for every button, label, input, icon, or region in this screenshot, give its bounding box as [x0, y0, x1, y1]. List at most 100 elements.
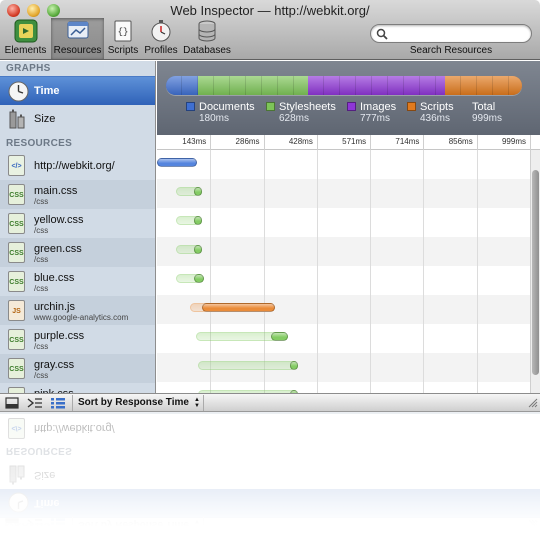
resource-name: blue.css	[34, 272, 75, 284]
grid-line	[476, 353, 478, 382]
grid-line	[476, 150, 478, 179]
legend-swatch	[407, 102, 416, 111]
legend-item-stylesheets: Stylesheets 628ms	[266, 101, 336, 124]
legend-item-documents: Documents 180ms	[186, 101, 255, 124]
js-file-icon: JS	[8, 300, 25, 321]
grid-line	[210, 237, 212, 266]
scrollbar-thumb[interactable]	[532, 170, 539, 375]
timeline-row[interactable]	[157, 237, 530, 266]
window-title: Web Inspector — http://webkit.org/	[170, 3, 370, 18]
legend-value: 180ms	[199, 113, 230, 124]
dock-toggle-icon[interactable]	[2, 395, 22, 411]
timeline-row[interactable]	[157, 266, 530, 295]
toolbar-button-label: Scripts	[107, 45, 139, 56]
tick-label: 999ms	[501, 137, 526, 146]
reflection-fade	[0, 412, 540, 533]
scripts-icon: {}	[114, 20, 132, 42]
css-file-icon: CSS	[8, 329, 25, 350]
grid-line	[316, 150, 318, 179]
ruler-tick	[316, 135, 318, 150]
legend-swatch	[266, 102, 275, 111]
resource-item[interactable]: CSS blue.css/css	[0, 267, 155, 296]
grid-line	[316, 324, 318, 353]
console-toggle-icon[interactable]	[25, 395, 45, 411]
css-file-icon: CSS	[8, 358, 25, 379]
legend-label: Stylesheets	[279, 101, 336, 113]
resource-list: </> http://webkit.org/CSS main.css/css CSS y…	[0, 151, 155, 395]
grid-line	[316, 266, 318, 295]
resource-item[interactable]: CSS main.css/css	[0, 180, 155, 209]
sort-select[interactable]: Sort by Response Time ▲▼	[72, 395, 204, 411]
toolbar-scripts-button[interactable]: {} Scripts	[106, 18, 140, 59]
tick-label: 428ms	[288, 137, 313, 146]
resource-name: urchin.js	[34, 301, 75, 313]
ruler-tick	[530, 135, 531, 150]
css-file-icon: CSS	[8, 184, 25, 205]
resource-item[interactable]: CSS green.css/css	[0, 238, 155, 267]
toolbar-profiles-button[interactable]: Profiles	[142, 18, 180, 59]
weights-icon	[9, 109, 25, 129]
grid-line	[370, 324, 372, 353]
legend-swatch	[347, 102, 356, 111]
chevron-updown-icon: ▲▼	[194, 397, 200, 409]
toolbar-databases-button[interactable]: Databases	[182, 18, 232, 59]
resource-item[interactable]: CSS gray.css/css	[0, 354, 155, 383]
toolbar-resources-button[interactable]: Resources	[51, 18, 104, 59]
svg-text:{}: {}	[118, 27, 129, 37]
grid-line	[263, 179, 265, 208]
grid-line	[370, 353, 372, 382]
resources-section-header: RESOURCES	[6, 138, 73, 149]
grid-line	[476, 324, 478, 353]
ruler-tick	[476, 135, 478, 150]
sidebar-item-size[interactable]: Size	[0, 105, 155, 134]
tick-label: 571ms	[342, 137, 367, 146]
grid-line	[476, 266, 478, 295]
toolbar-button-label: Profiles	[144, 45, 178, 56]
vertical-scrollbar[interactable]	[530, 150, 540, 395]
search-label: Search Resources	[409, 45, 493, 56]
resource-path: www.google-analytics.com	[34, 313, 129, 322]
sidebar-item-time[interactable]: Time	[0, 76, 155, 105]
resource-path: /css	[34, 342, 49, 351]
legend-item-scripts: Scripts 436ms	[407, 101, 454, 124]
legend-total-label: Total	[472, 101, 496, 113]
summary-bar	[166, 76, 522, 95]
timeline-row[interactable]	[157, 208, 530, 237]
grid-line	[370, 266, 372, 295]
resource-name: main.css	[34, 185, 78, 197]
resources-icon	[67, 21, 88, 39]
search-icon	[376, 28, 388, 40]
summary-segment-images	[308, 76, 446, 95]
timeline-row[interactable]	[157, 353, 530, 382]
timeline-row[interactable]	[157, 324, 530, 353]
list-view-icon[interactable]	[48, 395, 68, 411]
grid-line	[370, 295, 372, 324]
toolbar-elements-button[interactable]: Elements	[2, 18, 49, 59]
load-bar	[194, 274, 205, 283]
grid-line	[370, 179, 372, 208]
grid-line	[210, 208, 212, 237]
toolbar-button-label: Resources	[53, 45, 102, 56]
resource-item[interactable]: JS urchin.js www.google-analytics.com	[0, 296, 155, 325]
graphs-section-header: GRAPHS	[6, 63, 51, 74]
grid-line	[370, 208, 372, 237]
tick-label: 856ms	[448, 137, 473, 146]
resource-path: /css	[34, 197, 49, 206]
load-bar	[289, 361, 298, 370]
search-input[interactable]	[391, 27, 526, 40]
resource-item[interactable]: CSS yellow.css/css	[0, 209, 155, 238]
timeline-row[interactable]	[157, 295, 530, 324]
grid-line	[263, 237, 265, 266]
grid-line	[476, 179, 478, 208]
search-field[interactable]	[370, 24, 532, 43]
tick-label: 286ms	[235, 137, 260, 146]
resource-path: /css	[34, 284, 49, 293]
ruler-tick	[423, 135, 425, 150]
timeline-row[interactable]	[157, 179, 530, 208]
timeline-row[interactable]	[157, 150, 530, 179]
summary-segment-stylesheets	[197, 76, 309, 95]
resource-item[interactable]: </> http://webkit.org/	[0, 151, 155, 180]
resize-grip-icon[interactable]	[528, 398, 538, 408]
resource-item[interactable]: CSS purple.css/css	[0, 325, 155, 354]
toolbar-button-label: Databases	[183, 45, 231, 56]
